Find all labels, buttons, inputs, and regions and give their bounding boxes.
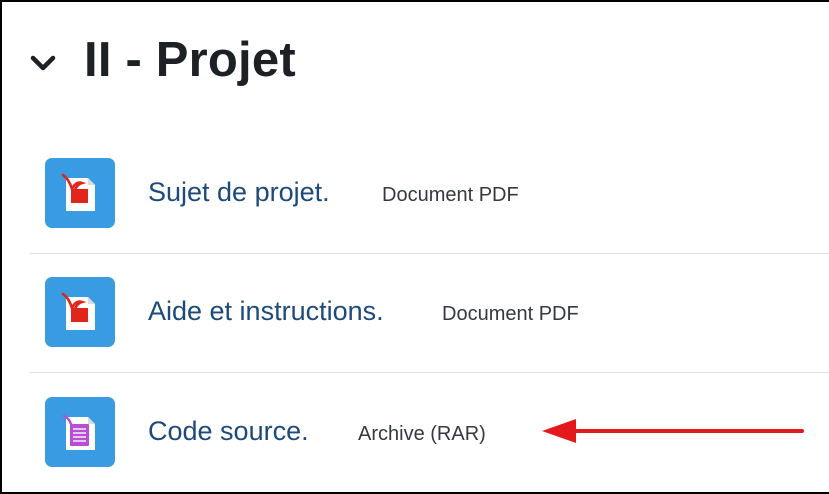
activity-link[interactable]: Aide et instructions. (148, 296, 384, 327)
activity-type-label: Document PDF (382, 184, 519, 206)
activity-item[interactable]: Sujet de projet. Document PDF (30, 135, 829, 254)
pdf-file-icon[interactable] (45, 158, 115, 228)
activity-link[interactable]: Code source. (148, 416, 309, 447)
activity-link[interactable]: Sujet de projet. (148, 177, 330, 208)
activity-item[interactable]: Aide et instructions. Document PDF (30, 254, 829, 373)
archive-file-icon[interactable] (45, 397, 115, 467)
chevron-down-icon[interactable] (30, 52, 56, 74)
red-arrow-icon (542, 419, 804, 443)
section-title: II - Projet (84, 33, 296, 87)
section-header[interactable]: II - Projet (30, 32, 296, 88)
activity-type-label: Archive (RAR) (358, 423, 486, 445)
activity-type-label: Document PDF (442, 303, 579, 325)
pdf-file-icon[interactable] (45, 277, 115, 347)
